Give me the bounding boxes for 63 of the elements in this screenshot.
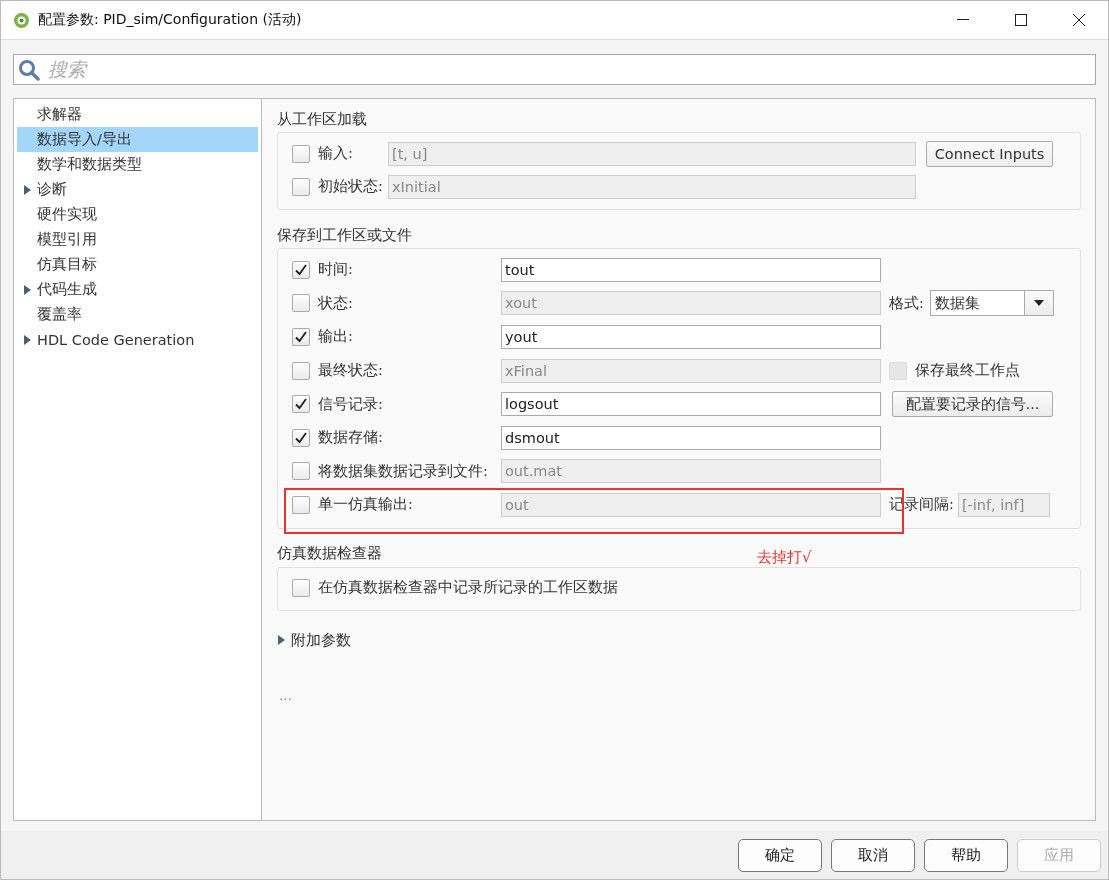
search-input[interactable]: 搜索 (46, 57, 1095, 82)
search-icon (18, 58, 40, 81)
minimize-icon (957, 19, 969, 21)
checkbox[interactable] (292, 578, 310, 597)
checkbox[interactable] (292, 361, 310, 380)
variable-field[interactable]: logsout (501, 392, 881, 417)
option-label: 单一仿真输出: (318, 495, 414, 515)
tree-item[interactable]: 数学和数据类型 (17, 152, 258, 177)
dialog-button[interactable]: Connect Inputs (926, 140, 1053, 167)
tree-item[interactable]: 硬件实现 (17, 202, 258, 227)
section-title: 仿真数据检查器 (277, 544, 382, 564)
option-label: 输出: (318, 327, 354, 347)
dialog-button[interactable]: 取消 (831, 838, 915, 872)
maximize-icon (1015, 14, 1027, 26)
expand-triangle-icon[interactable] (23, 184, 31, 195)
option-label: 信号记录: (318, 394, 384, 414)
expand-triangle-icon[interactable] (277, 635, 285, 646)
checkbox[interactable] (292, 260, 310, 279)
option-label: 将数据集数据记录到文件: (318, 461, 489, 481)
checkbox[interactable] (292, 144, 310, 163)
tree-item[interactable]: 求解器 (17, 102, 258, 127)
tree-item[interactable]: 模型引用 (17, 227, 258, 252)
option-label: 在仿真数据检查器中记录所记录的工作区数据 (318, 578, 619, 598)
variable-field[interactable]: dsmout (501, 425, 881, 450)
checkbox[interactable] (292, 495, 310, 514)
expand-triangle-icon[interactable] (23, 334, 31, 345)
section-title: 从工作区加载 (277, 109, 367, 129)
checkbox[interactable] (292, 294, 310, 313)
option-label: 最终状态: (318, 361, 384, 381)
tree-item[interactable]: 仿真目标 (17, 252, 258, 277)
tree-item[interactable]: 代码生成 (17, 277, 258, 302)
option-label: 数据存储: (318, 428, 384, 448)
window-title: 配置参数: PID_sim/Configuration (活动) (38, 11, 303, 29)
close-icon (1073, 14, 1085, 26)
annotation-text: 去掉打√ (757, 547, 812, 567)
tree-item[interactable]: HDL Code Generation (17, 327, 258, 352)
expand-triangle-icon[interactable] (23, 284, 31, 295)
option-label: 初始状态: (318, 177, 384, 196)
format-label: 格式: (889, 293, 924, 313)
checkbox-label: 保存最终工作点 (915, 361, 1021, 381)
search-field[interactable]: 搜索 (13, 54, 1096, 85)
tree-item[interactable]: 诊断 (17, 177, 258, 202)
variable-field[interactable]: yout (501, 325, 881, 349)
section-title: 保存到工作区或文件 (277, 225, 412, 245)
app-icon (13, 11, 30, 29)
option-label: 时间: (318, 260, 354, 280)
format-dropdown[interactable]: 数据集 (929, 290, 1054, 317)
dialog-button[interactable]: 确定 (738, 838, 822, 872)
tree-item[interactable]: 数据导入/导出 (17, 127, 258, 152)
variable-field[interactable]: tout (501, 257, 881, 282)
dialog-button[interactable]: 配置要记录的信号... (892, 391, 1053, 418)
checkbox[interactable] (292, 395, 310, 414)
checkbox[interactable] (292, 428, 310, 447)
ellipsis-text: … (279, 687, 293, 703)
section-title[interactable]: 附加参数 (291, 630, 351, 650)
dropdown-arrow-icon (1033, 300, 1044, 307)
option-label: 状态: (318, 293, 354, 313)
option-label: 输入: (318, 144, 354, 163)
dialog-button[interactable]: 帮助 (924, 838, 1008, 872)
checkbox[interactable] (292, 462, 310, 481)
checkbox[interactable] (292, 177, 310, 196)
checkbox[interactable] (292, 328, 310, 346)
tree-item[interactable]: 覆盖率 (17, 302, 258, 327)
